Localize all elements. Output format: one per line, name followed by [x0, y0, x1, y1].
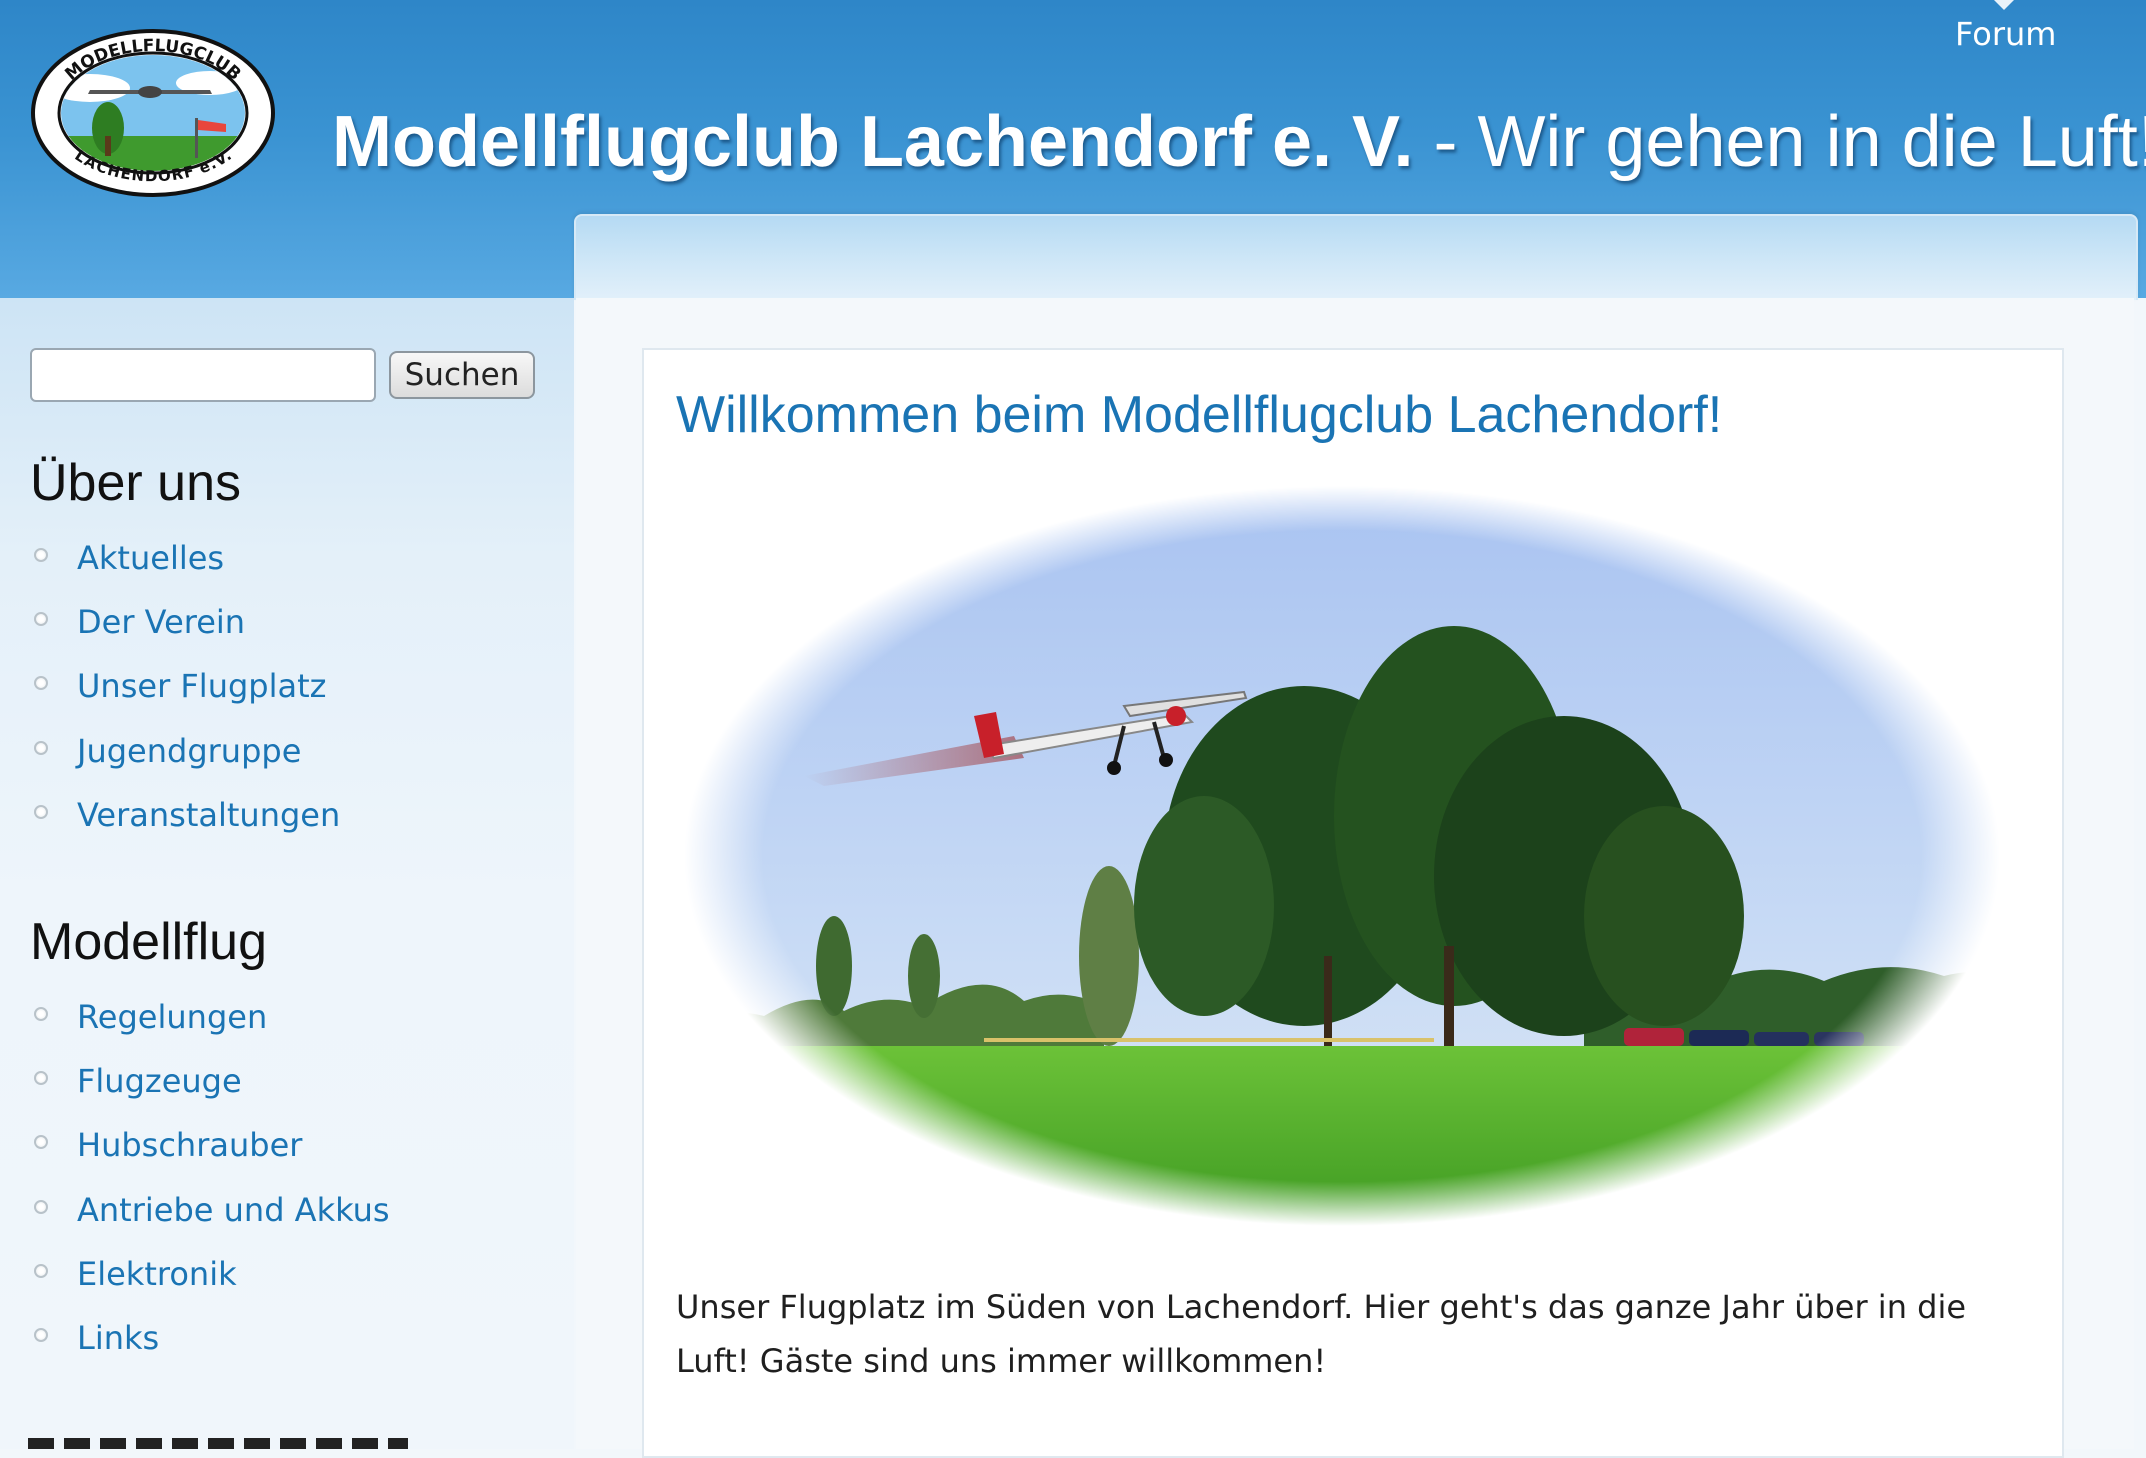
menu-caret-icon	[1994, 0, 2014, 10]
bullet-icon	[34, 740, 48, 755]
bullet-icon	[34, 548, 48, 562]
bullet-icon	[34, 1263, 48, 1278]
main-navigation-bar	[574, 214, 2138, 300]
intro-paragraph: Unser Flugplatz im Süden von Lachendorf.…	[676, 1288, 1967, 1380]
menu-link-der-verein[interactable]: Der Verein	[77, 602, 245, 642]
site-slogan: - Wir gehen in die Luft!	[1413, 102, 2146, 182]
bullet-icon	[34, 1007, 48, 1021]
site-name-link[interactable]: Modellflugclub Lachendorf e. V.	[332, 102, 1413, 182]
menu-link-jugendgruppe[interactable]: Jugendgruppe	[77, 731, 301, 771]
menu-link-veranstaltungen[interactable]: Veranstaltungen	[77, 795, 340, 835]
nav-forum-link[interactable]: Forum	[1955, 14, 2056, 54]
bullet-icon	[34, 1327, 48, 1342]
menu-link-regelungen[interactable]: Regelungen	[77, 997, 267, 1037]
page-title: Willkommen beim Modellflugclub Lachendor…	[676, 386, 1723, 444]
bullet-icon	[34, 1199, 48, 1214]
menu-link-links[interactable]: Links	[77, 1318, 159, 1358]
block-title-modellflug: Modellflug	[30, 913, 268, 971]
menu-link-unser-flugplatz[interactable]: Unser Flugplatz	[77, 666, 326, 706]
block-title-ueber-uns: Über uns	[30, 454, 241, 512]
menu-link-elektronik[interactable]: Elektronik	[77, 1254, 237, 1294]
cut-off-block-title	[28, 1438, 408, 1449]
site-header: MODELLFLUGCLUB LACHENDORF e.V. Modellflu…	[0, 0, 2146, 300]
cut-off-text-fragment	[28, 1438, 408, 1449]
search-button[interactable]: Suchen	[389, 351, 535, 399]
site-title: Modellflugclub Lachendorf e. V. - Wir ge…	[332, 92, 2146, 192]
menu-link-antriebe-und-akkus[interactable]: Antriebe und Akkus	[77, 1190, 390, 1230]
menu-link-flugzeuge[interactable]: Flugzeuge	[77, 1061, 242, 1101]
menu-link-aktuelles[interactable]: Aktuelles	[77, 538, 224, 578]
menu-link-hubschrauber[interactable]: Hubschrauber	[77, 1125, 302, 1165]
bullet-icon	[34, 804, 48, 819]
club-logo: MODELLFLUGCLUB LACHENDORF e.V.	[31, 29, 275, 197]
airfield-photo	[684, 486, 2000, 1226]
search-input[interactable]	[30, 348, 376, 402]
